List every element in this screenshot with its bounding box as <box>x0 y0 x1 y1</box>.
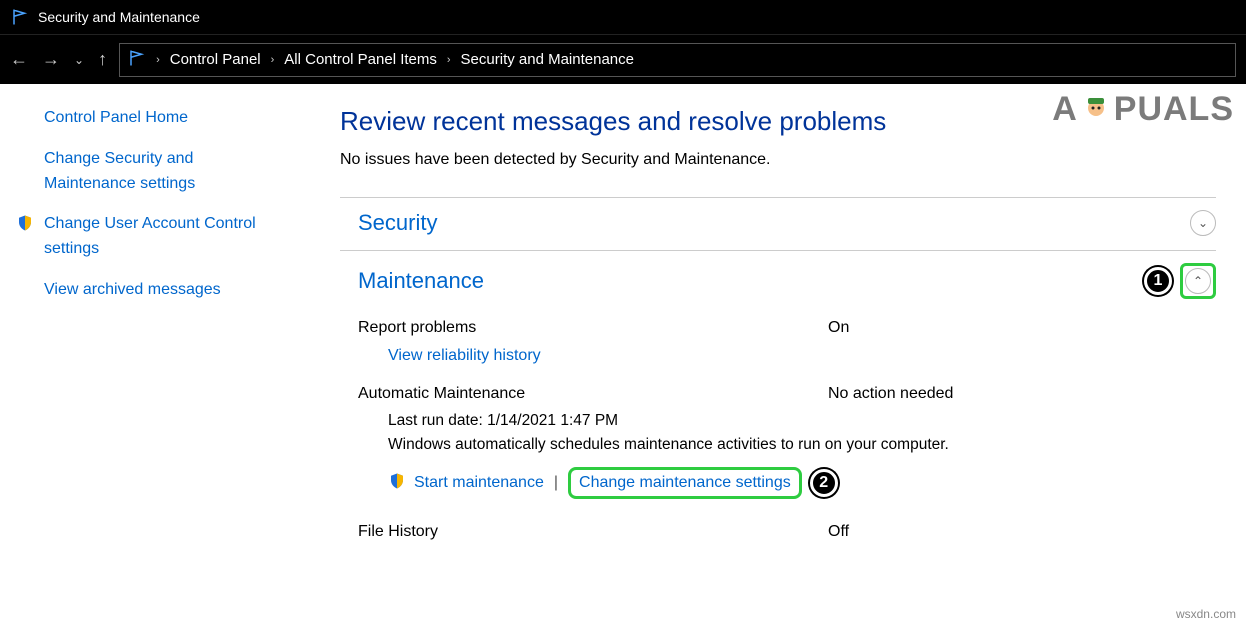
auto-desc-text: Windows automatically schedules maintena… <box>358 433 1216 457</box>
row-value: Off <box>828 523 1216 541</box>
window-title: Security and Maintenance <box>38 9 200 25</box>
row-auto-maintenance: Automatic Maintenance No action needed <box>358 379 1216 409</box>
row-label: Report problems <box>358 319 828 337</box>
row-report-problems: Report problems On <box>358 313 1216 343</box>
footer-source: wsxdn.com <box>1176 607 1236 621</box>
status-message: No issues have been detected by Security… <box>340 151 1216 169</box>
section-title: Maintenance <box>358 268 484 294</box>
breadcrumb-item[interactable]: Control Panel <box>170 51 261 68</box>
sidebar-link-archived[interactable]: View archived messages <box>44 278 280 303</box>
row-label: File History <box>358 523 828 541</box>
forward-icon[interactable]: → <box>42 49 60 70</box>
section-maintenance[interactable]: Maintenance 1 ⌃ <box>340 250 1216 307</box>
separator: | <box>554 474 558 492</box>
sidebar-link-home[interactable]: Control Panel Home <box>44 106 280 131</box>
recent-dropdown-icon[interactable]: ⌄ <box>74 53 84 67</box>
link-start-maintenance[interactable]: Start maintenance <box>414 474 544 492</box>
breadcrumb-item[interactable]: Security and Maintenance <box>461 51 634 68</box>
last-run-text: Last run date: 1/14/2021 1:47 PM <box>358 409 1216 433</box>
row-value: On <box>828 319 1216 337</box>
nav-bar: ← → ⌄ ↑ › Control Panel › All Control Pa… <box>0 34 1246 84</box>
page-heading: Review recent messages and resolve probl… <box>340 106 1216 137</box>
section-security[interactable]: Security ⌄ <box>340 197 1216 244</box>
breadcrumb-item[interactable]: All Control Panel Items <box>284 51 437 68</box>
chevron-right-icon[interactable]: › <box>447 54 451 66</box>
sidebar-item-label: Control Panel Home <box>44 109 188 126</box>
chevron-right-icon[interactable]: › <box>271 54 275 66</box>
maintenance-actions: Start maintenance | Change maintenance s… <box>358 467 1216 499</box>
sidebar-item-label: Change User Account Control settings <box>44 215 256 257</box>
annotation-badge-2: 2 <box>810 469 838 497</box>
sidebar-link-change-security[interactable]: Change Security and Maintenance settings <box>44 147 280 197</box>
back-icon[interactable]: ← <box>10 49 28 70</box>
chevron-down-icon[interactable]: ⌄ <box>1190 210 1216 236</box>
address-bar[interactable]: › Control Panel › All Control Panel Item… <box>119 43 1236 77</box>
annotation-highlight-1: ⌃ <box>1180 263 1216 299</box>
title-bar: Security and Maintenance <box>0 0 1246 34</box>
link-change-maintenance-settings[interactable]: Change maintenance settings <box>579 474 791 491</box>
sidebar-item-label: View archived messages <box>44 281 221 298</box>
flag-icon <box>10 7 30 27</box>
up-icon[interactable]: ↑ <box>98 49 107 70</box>
annotation-badge-1: 1 <box>1144 267 1172 295</box>
annotation-highlight-2: Change maintenance settings <box>568 467 802 499</box>
row-label: Automatic Maintenance <box>358 385 828 403</box>
content-area: Control Panel Home Change Security and M… <box>0 84 1246 627</box>
nav-arrows: ← → ⌄ ↑ <box>10 49 107 70</box>
shield-icon <box>388 472 406 495</box>
section-title: Security <box>358 210 437 236</box>
link-reliability-history[interactable]: View reliability history <box>358 347 541 365</box>
sidebar: Control Panel Home Change Security and M… <box>0 84 300 627</box>
maintenance-body: Report problems On View reliability hist… <box>340 307 1216 553</box>
flag-icon <box>128 49 146 71</box>
sidebar-item-label: Change Security and Maintenance settings <box>44 150 195 192</box>
shield-icon <box>16 214 34 241</box>
sidebar-link-uac[interactable]: Change User Account Control settings <box>44 212 280 262</box>
row-file-history: File History Off <box>358 517 1216 547</box>
chevron-right-icon[interactable]: › <box>156 54 160 66</box>
main-panel: Review recent messages and resolve probl… <box>300 84 1246 627</box>
row-value: No action needed <box>828 385 1216 403</box>
chevron-up-icon[interactable]: ⌃ <box>1185 268 1211 294</box>
